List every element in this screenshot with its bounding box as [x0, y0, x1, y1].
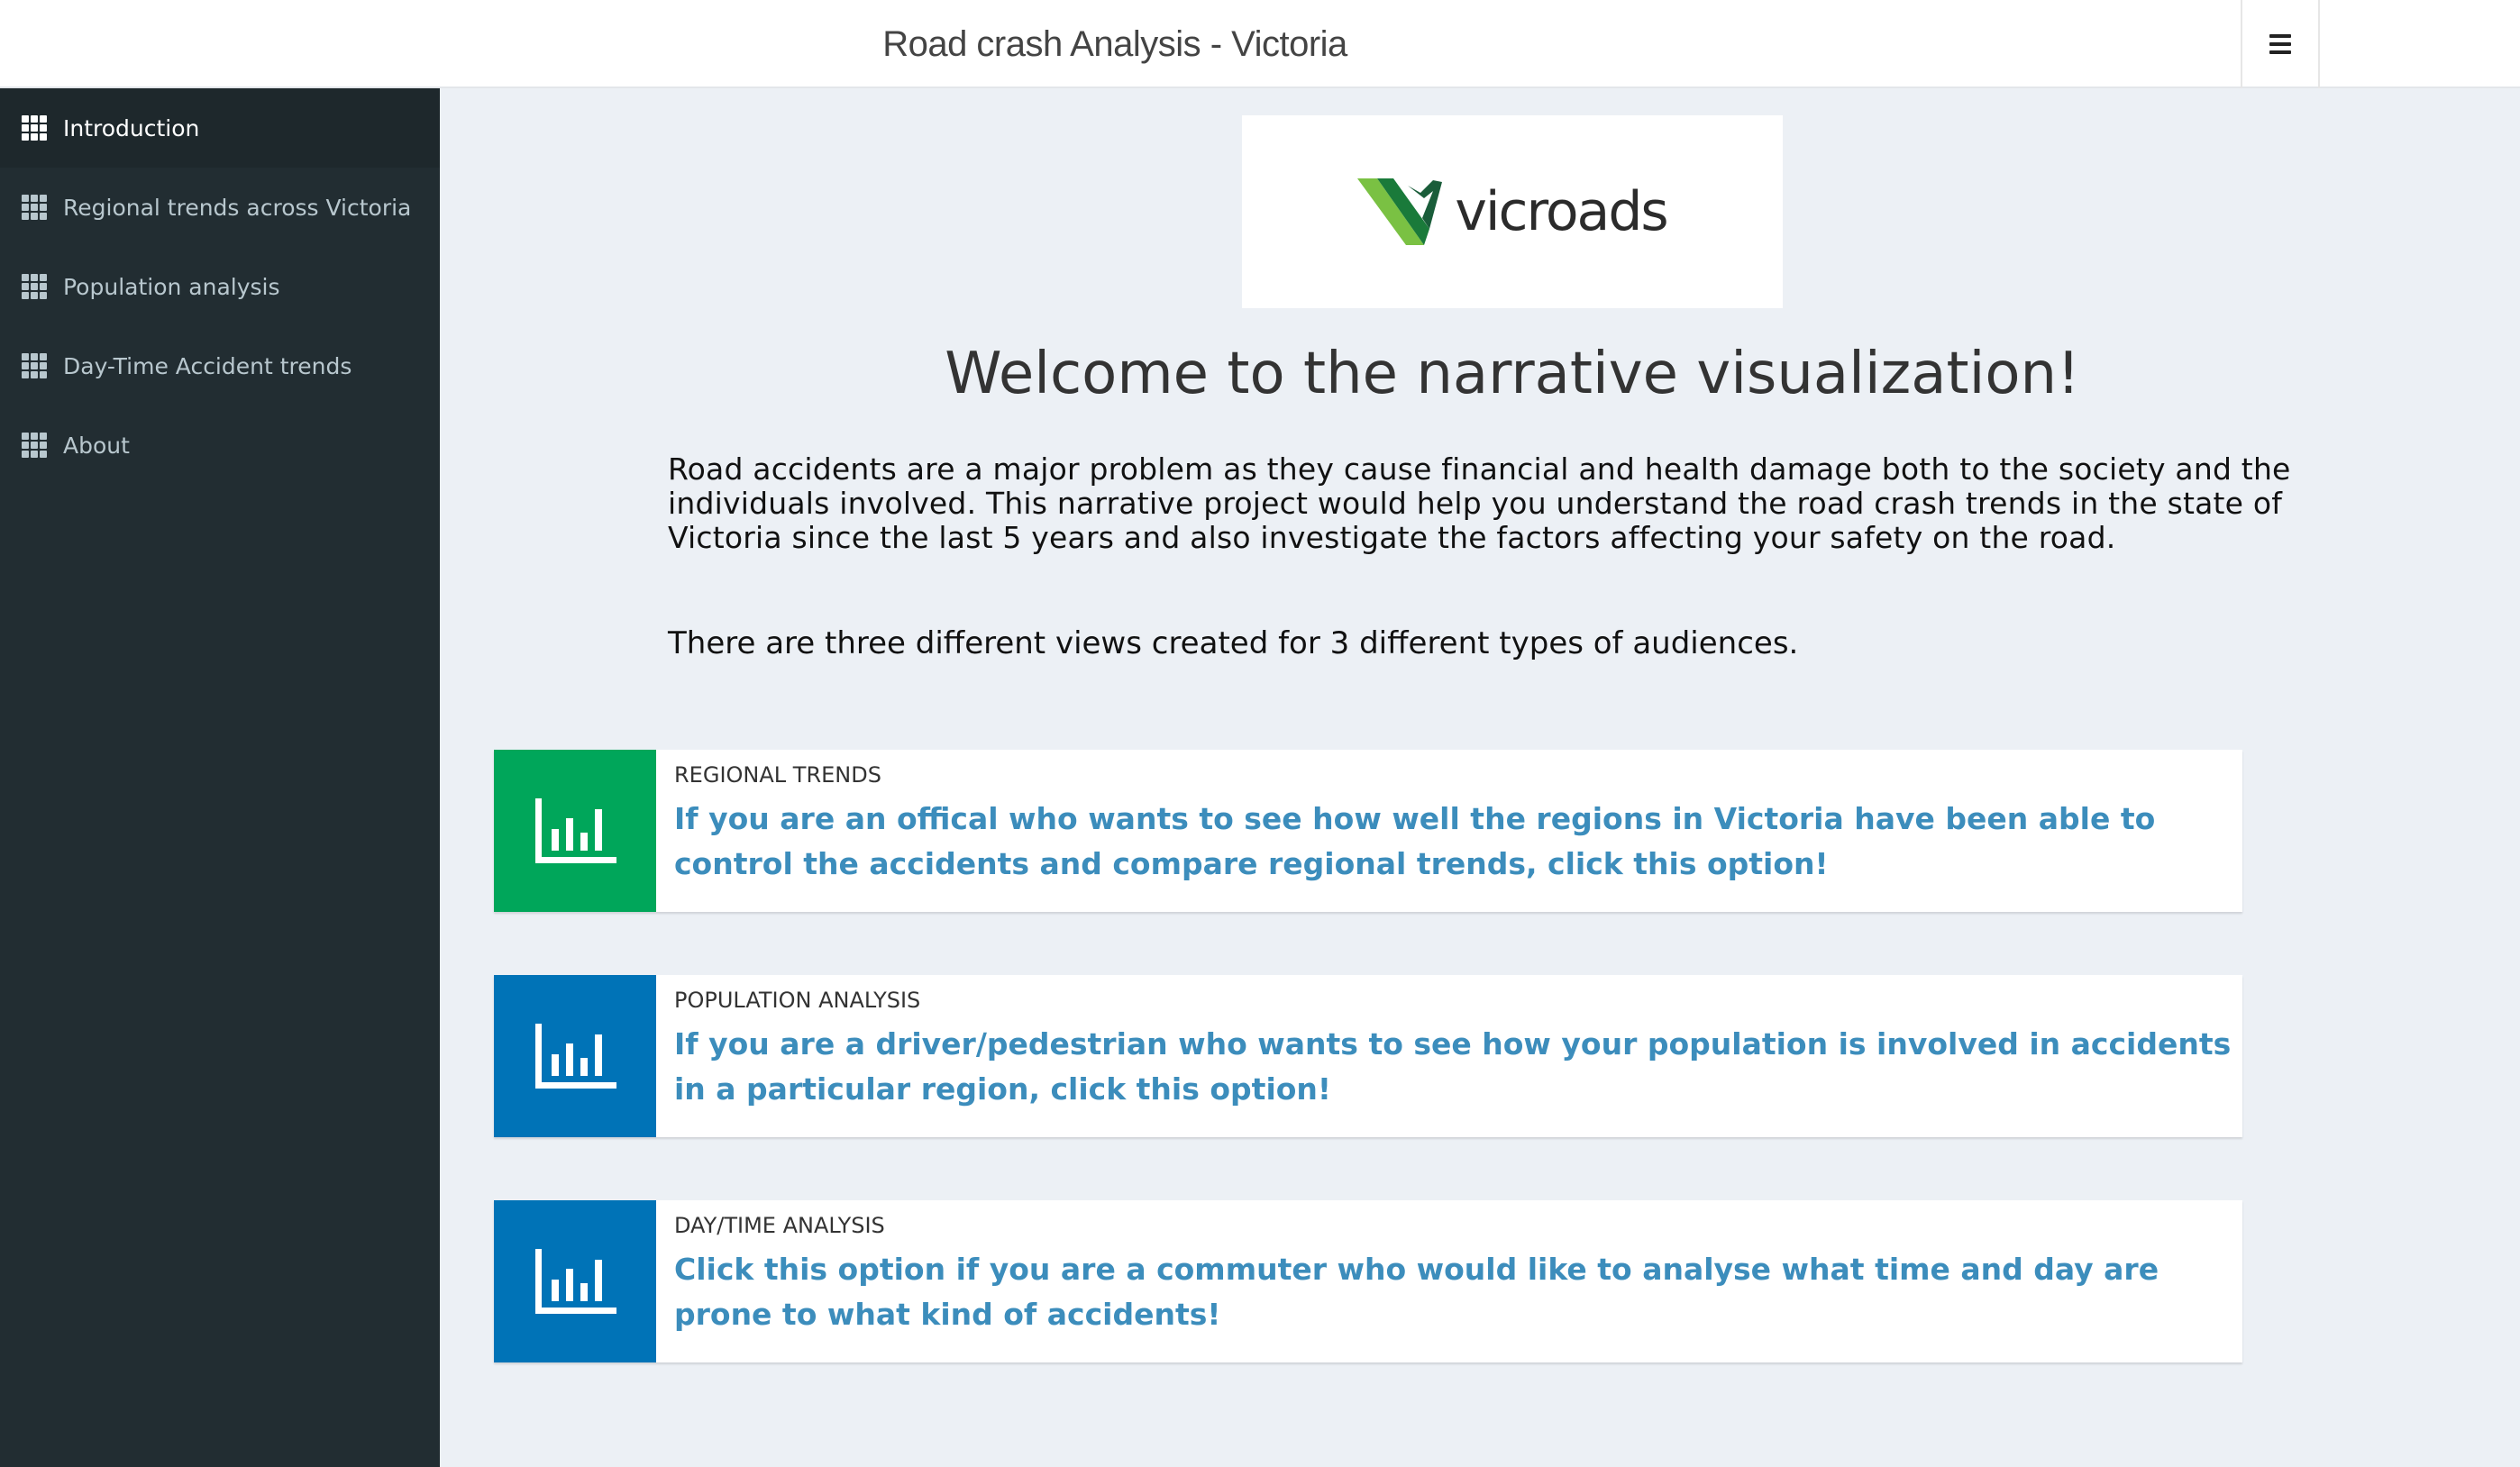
grid-icon — [22, 433, 47, 458]
info-box-label: POPULATION ANALYSIS — [674, 988, 921, 1013]
regional-trends-option[interactable]: REGIONAL TRENDS If you are an offical wh… — [494, 750, 2242, 912]
sidebar-item-about[interactable]: About — [0, 405, 440, 485]
grid-icon — [22, 353, 47, 378]
app-title: Road crash Analysis - Victoria — [882, 24, 1347, 64]
info-box-label: REGIONAL TRENDS — [674, 762, 881, 788]
info-box-label: DAY/TIME ANALYSIS — [674, 1213, 885, 1238]
info-box-link[interactable]: Click this option if you are a commuter … — [674, 1247, 2233, 1337]
vicroads-logo-mark-icon — [1357, 178, 1443, 245]
info-icon-box — [494, 975, 656, 1137]
sidebar-item-label: About — [63, 432, 130, 459]
grid-icon — [22, 195, 47, 220]
sidebar-item-population-analysis[interactable]: Population analysis — [0, 247, 440, 326]
sidebar-item-label: Population analysis — [63, 273, 280, 300]
intro-paragraph: Road accidents are a major problem as th… — [668, 451, 2291, 555]
vicroads-logo: vicroads — [1242, 115, 1783, 308]
hamburger-icon — [2269, 34, 2291, 54]
info-box-link[interactable]: If you are a driver/pedestrian who wants… — [674, 1022, 2233, 1112]
info-icon-box — [494, 1200, 656, 1362]
top-header: Road crash Analysis - Victoria — [0, 0, 2520, 88]
sidebar-item-label: Day-Time Accident trends — [63, 352, 352, 379]
info-box-link[interactable]: If you are an offical who wants to see h… — [674, 797, 2233, 887]
sidebar-toggle-button[interactable] — [2241, 0, 2320, 88]
population-analysis-option[interactable]: POPULATION ANALYSIS If you are a driver/… — [494, 975, 2242, 1137]
bar-chart-icon — [535, 798, 616, 863]
views-description: There are three different views created … — [668, 625, 1799, 661]
sidebar: Introduction Regional trends across Vict… — [0, 88, 440, 1467]
sidebar-item-label: Introduction — [63, 114, 200, 141]
bar-chart-icon — [535, 1024, 616, 1089]
sidebar-item-label: Regional trends across Victoria — [63, 194, 412, 221]
sidebar-item-introduction[interactable]: Introduction — [0, 88, 440, 168]
sidebar-item-day-time-trends[interactable]: Day-Time Accident trends — [0, 326, 440, 405]
page-title: Welcome to the narrative visualization! — [945, 341, 2080, 407]
info-icon-box — [494, 750, 656, 912]
bar-chart-icon — [535, 1249, 616, 1314]
grid-icon — [22, 115, 47, 141]
main-content: vicroads Welcome to the narrative visual… — [440, 88, 2520, 1467]
logo-text: vicroads — [1455, 180, 1668, 243]
sidebar-item-regional-trends[interactable]: Regional trends across Victoria — [0, 168, 440, 247]
day-time-analysis-option[interactable]: DAY/TIME ANALYSIS Click this option if y… — [494, 1200, 2242, 1362]
grid-icon — [22, 274, 47, 299]
